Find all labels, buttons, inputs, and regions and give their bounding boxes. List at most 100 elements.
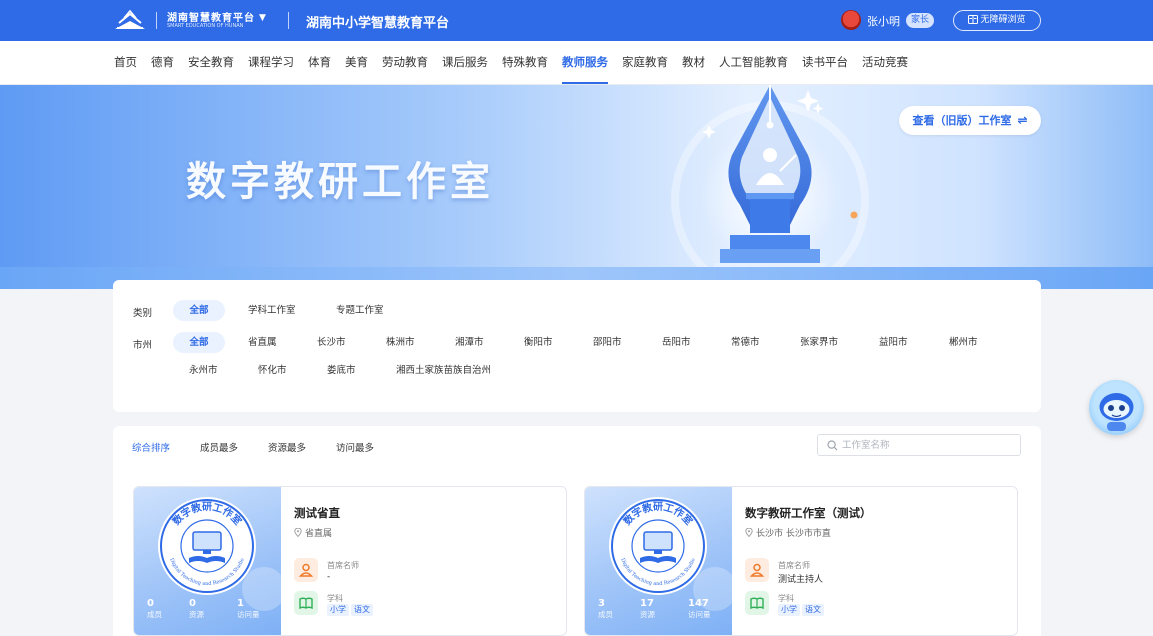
city-option[interactable]: 衡阳市 xyxy=(524,332,553,353)
nav-item-11[interactable]: 教材 xyxy=(682,41,705,85)
stat-members: 0 成员 xyxy=(147,598,162,620)
city-option[interactable]: 益阳市 xyxy=(879,332,908,353)
stat-value: 17 xyxy=(640,598,654,609)
subject-book-icon xyxy=(294,591,318,615)
nav-item-6[interactable]: 劳动教育 xyxy=(382,41,428,85)
city-option[interactable]: 娄底市 xyxy=(327,360,356,381)
stat-resources: 17 资源 xyxy=(640,598,655,620)
stat-value: 147 xyxy=(688,598,709,609)
stat-visits: 147 访问量 xyxy=(688,598,711,620)
sort-most-resources[interactable]: 资源最多 xyxy=(268,440,306,454)
city-option[interactable]: 岳阳市 xyxy=(662,332,691,353)
stat-label: 成员 xyxy=(598,610,613,619)
sort-most-visits[interactable]: 访问最多 xyxy=(336,440,374,454)
nav-item-10[interactable]: 家庭教育 xyxy=(622,41,668,85)
stat-members: 3 成员 xyxy=(598,598,613,620)
studio-location: 省直属 xyxy=(294,526,332,539)
subject-book-icon xyxy=(745,591,769,615)
sort-most-members[interactable]: 成员最多 xyxy=(200,440,238,454)
city-option[interactable]: 张家界市 xyxy=(800,332,838,353)
role-badge: 家长 xyxy=(906,13,935,28)
location-text: 省直属 xyxy=(305,529,333,539)
avatar[interactable] xyxy=(841,10,861,30)
subject-tags: 小学 语文 xyxy=(778,604,826,616)
pen-podium-illustration xyxy=(671,85,869,289)
city-option[interactable]: 长沙市 xyxy=(317,332,346,353)
city-option[interactable]: 湘潭市 xyxy=(455,332,484,353)
studio-card[interactable]: 数字教研工作室 Digital Teaching and Research St… xyxy=(584,486,1018,636)
stat-label: 访问量 xyxy=(688,610,711,619)
stat-visits: 1 访问量 xyxy=(237,598,260,620)
accessibility-button[interactable]: 无障碍浏览 xyxy=(953,10,1041,31)
subject-tags: 小学 语文 xyxy=(327,604,375,616)
subject-tag: 小学 xyxy=(327,604,349,616)
subject-tag: 语文 xyxy=(351,604,373,616)
search-box xyxy=(817,434,1021,456)
search-input[interactable] xyxy=(842,435,1012,455)
stat-value: 3 xyxy=(598,598,605,609)
brand-logo-icon[interactable] xyxy=(113,9,147,31)
city-option[interactable]: 省直属 xyxy=(248,332,277,353)
nav-item-14[interactable]: 活动竞赛 xyxy=(862,41,908,85)
city-option[interactable]: 邵阳市 xyxy=(593,332,622,353)
category-option-topic[interactable]: 专题工作室 xyxy=(336,300,384,321)
stat-resources: 0 资源 xyxy=(189,598,204,620)
main-nav: 首页 德育 安全教育 课程学习 体育 美育 劳动教育 课后服务 特殊教育 教师服务 家庭教育 教材 人工… xyxy=(0,41,1153,85)
studio-list-panel: 综合排序 成员最多 资源最多 访问最多 数字教研工作室 Digital Teac… xyxy=(113,426,1041,636)
city-option[interactable]: 郴州市 xyxy=(949,332,978,353)
divider xyxy=(288,12,289,29)
nav-item-2[interactable]: 安全教育 xyxy=(188,41,234,85)
category-filter-label: 类别 xyxy=(133,308,153,319)
category-option-subject[interactable]: 学科工作室 xyxy=(248,300,296,321)
platform-title: 湖南中小学智慧教育平台 xyxy=(306,16,450,31)
hero-banner: 数字教研工作室 查看（旧版）工作室 ⇌ xyxy=(0,85,1153,289)
studio-seal-icon: 数字教研工作室 Digital Teaching and Research St… xyxy=(609,497,707,595)
studio-cover: 数字教研工作室 Digital Teaching and Research St… xyxy=(134,487,286,635)
stat-label: 成员 xyxy=(147,610,162,619)
sort-comprehensive[interactable]: 综合排序 xyxy=(132,440,170,454)
subject-label: 学科 xyxy=(778,594,794,603)
chevron-down-icon[interactable]: ▼ xyxy=(259,13,266,23)
top-bar: 湖南智慧教育平台 SMART EDUCATION OF HUNAN ▼ 湖南中小… xyxy=(0,0,1153,41)
nav-item-0[interactable]: 首页 xyxy=(114,41,137,85)
studio-name[interactable]: 测试省直 xyxy=(294,505,340,521)
chief-value: 测试主持人 xyxy=(778,575,824,585)
city-option[interactable]: 湘西土家族苗族自治州 xyxy=(396,360,491,381)
nav-item-12[interactable]: 人工智能教育 xyxy=(719,41,788,85)
studio-location: 长沙市 长沙市市直 xyxy=(745,526,831,539)
chief-label: 首席名师 xyxy=(778,561,810,570)
chief-value: - xyxy=(327,572,331,582)
accessibility-icon xyxy=(968,15,979,24)
city-option[interactable]: 永州市 xyxy=(189,360,218,381)
city-option[interactable]: 怀化市 xyxy=(258,360,287,381)
nav-item-13[interactable]: 读书平台 xyxy=(802,41,848,85)
studio-card[interactable]: 数字教研工作室 Digital Teaching and Research St… xyxy=(133,486,567,636)
location-text: 长沙市 长沙市市直 xyxy=(756,529,831,539)
stat-value: 0 xyxy=(189,598,196,609)
brand-english-name: SMART EDUCATION OF HUNAN xyxy=(167,23,244,29)
nav-item-1[interactable]: 德育 xyxy=(151,41,174,85)
city-option-all[interactable]: 全部 xyxy=(173,332,225,353)
nav-items: 首页 德育 安全教育 课程学习 体育 美育 劳动教育 课后服务 特殊教育 教师服务 家庭教育 教材 人工… xyxy=(114,41,908,85)
nav-item-5[interactable]: 美育 xyxy=(345,41,368,85)
nav-item-3[interactable]: 课程学习 xyxy=(248,41,294,85)
studio-name[interactable]: 数字教研工作室（测试） xyxy=(745,505,872,521)
brand-name[interactable]: 湖南智慧教育平台 xyxy=(167,9,255,24)
accessibility-label: 无障碍浏览 xyxy=(980,15,1026,25)
user-name[interactable]: 张小明 xyxy=(867,13,900,29)
nav-item-4[interactable]: 体育 xyxy=(308,41,331,85)
city-option[interactable]: 常德市 xyxy=(731,332,760,353)
chief-teacher-icon xyxy=(745,558,769,582)
divider xyxy=(156,12,157,29)
old-studio-button[interactable]: 查看（旧版）工作室 ⇌ xyxy=(899,106,1041,135)
nav-item-7[interactable]: 课后服务 xyxy=(442,41,488,85)
stat-label: 资源 xyxy=(189,610,204,619)
city-option[interactable]: 株洲市 xyxy=(386,332,415,353)
stat-label: 访问量 xyxy=(237,610,260,619)
robot-assistant-icon[interactable] xyxy=(1089,380,1144,435)
category-option-all[interactable]: 全部 xyxy=(173,300,225,321)
nav-item-9[interactable]: 教师服务 xyxy=(562,41,608,85)
page-title: 数字教研工作室 xyxy=(186,158,494,205)
studio-cover: 数字教研工作室 Digital Teaching and Research St… xyxy=(585,487,737,635)
nav-item-8[interactable]: 特殊教育 xyxy=(502,41,548,85)
